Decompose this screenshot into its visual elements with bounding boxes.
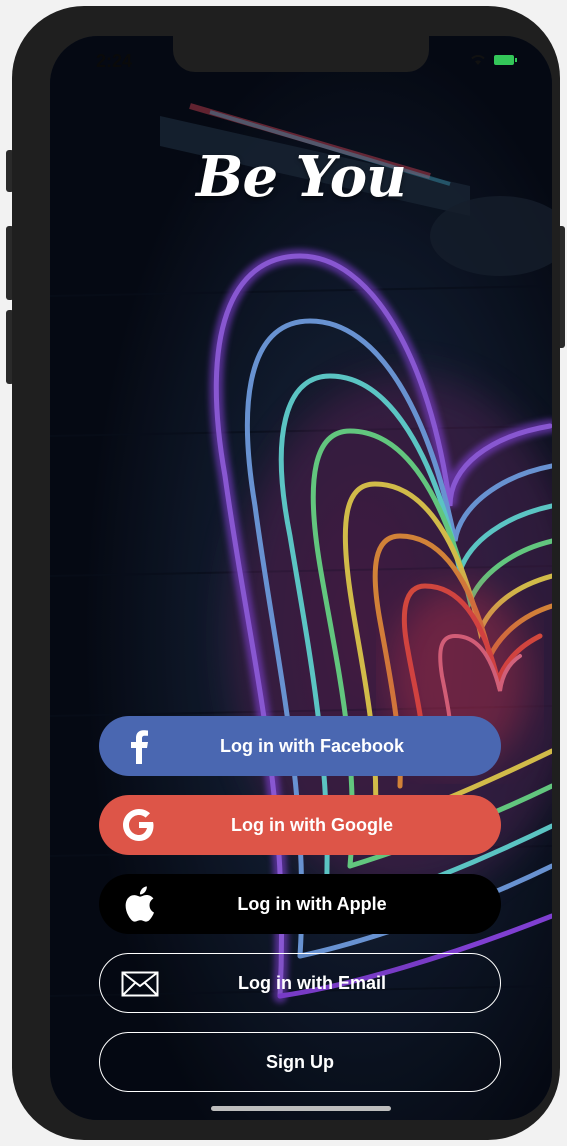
sign-up-label: Sign Up bbox=[266, 1051, 334, 1072]
app-title: Be You bbox=[196, 144, 407, 210]
google-icon bbox=[119, 805, 159, 845]
wifi-icon bbox=[471, 55, 485, 65]
status-icons bbox=[470, 54, 517, 66]
google-login-label: Log in with Google bbox=[231, 814, 393, 835]
phone-frame: 2:24 Be You Log in with Facebook Log in … bbox=[12, 6, 560, 1140]
notch bbox=[173, 36, 429, 72]
facebook-login-button[interactable]: Log in with Facebook bbox=[99, 716, 501, 776]
home-indicator[interactable] bbox=[211, 1106, 391, 1111]
sign-up-button[interactable]: Sign Up bbox=[99, 1032, 501, 1092]
google-login-button[interactable]: Log in with Google bbox=[99, 795, 501, 855]
facebook-login-label: Log in with Facebook bbox=[220, 735, 404, 756]
facebook-icon bbox=[119, 726, 159, 766]
battery-icon bbox=[494, 55, 517, 65]
email-login-label: Log in with Email bbox=[238, 972, 386, 993]
email-login-button[interactable]: Log in with Email bbox=[99, 953, 501, 1013]
envelope-icon bbox=[120, 964, 160, 1004]
apple-icon bbox=[119, 884, 159, 924]
apple-login-button[interactable]: Log in with Apple bbox=[99, 874, 501, 934]
status-time: 2:24 bbox=[96, 51, 133, 71]
apple-login-label: Log in with Apple bbox=[237, 893, 387, 914]
screen: 2:24 Be You Log in with Facebook Log in … bbox=[50, 36, 552, 1120]
